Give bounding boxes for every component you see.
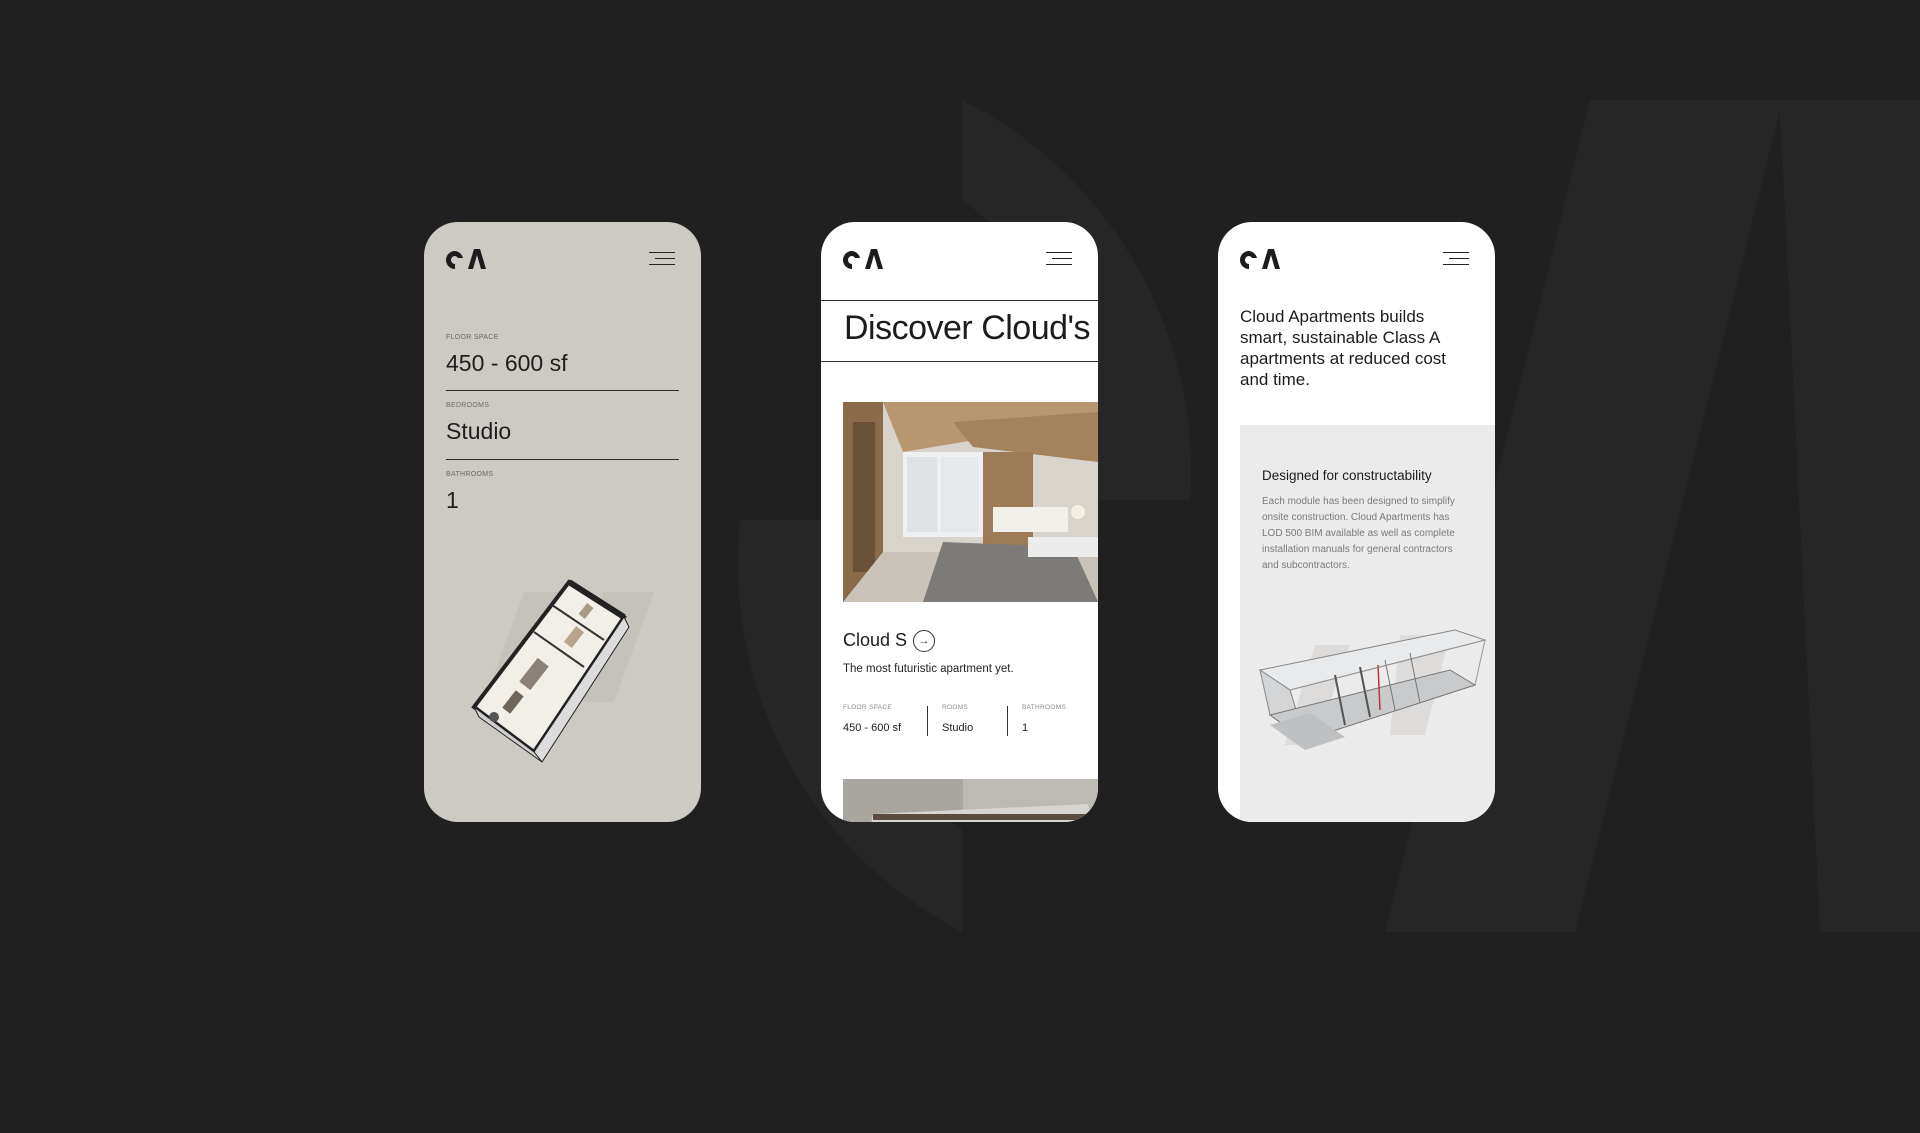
module-render-image xyxy=(1258,629,1487,750)
isometric-floor-plan-image xyxy=(471,579,654,763)
model-description: The most futuristic apartment yet. xyxy=(843,663,1014,675)
brand-logo-icon[interactable] xyxy=(1240,248,1284,270)
intro-text: Cloud Apartments builds smart, sustainab… xyxy=(1240,307,1447,389)
phone-about: Cloud Apartments builds smart, sustainab… xyxy=(1218,222,1495,822)
feature-title: Designed for constructability xyxy=(1262,468,1432,483)
brand-logo-icon[interactable] xyxy=(843,248,887,270)
apartment-interior-photo[interactable] xyxy=(843,779,1098,822)
title-band: Discover Cloud's xyxy=(821,300,1098,362)
bathrooms-value: 1 xyxy=(446,487,459,513)
model-name: Cloud S xyxy=(843,630,908,650)
divider xyxy=(446,390,679,391)
hamburger-menu-icon[interactable] xyxy=(1443,250,1469,268)
bedrooms-label: BEDROOMS xyxy=(446,402,490,409)
spec-value: Studio xyxy=(942,722,974,734)
divider xyxy=(446,459,679,460)
spec-value: 1 xyxy=(1022,722,1029,734)
spec-label: ROOMS xyxy=(942,704,969,711)
page-title: Discover Cloud's xyxy=(844,309,1091,347)
brand-logo-icon[interactable] xyxy=(446,248,490,270)
spec-value: 450 - 600 sf xyxy=(843,722,902,734)
bathrooms-label: BATHROOMS xyxy=(446,471,494,478)
divider xyxy=(1007,706,1008,736)
floor-space-value: 450 - 600 sf xyxy=(446,350,568,376)
phone-floor-specs: FLOOR SPACE 450 - 600 sf BEDROOMS Studio… xyxy=(424,222,701,822)
divider xyxy=(927,706,928,736)
feature-description: Each module has been designed to simplif… xyxy=(1262,496,1455,571)
feature-panel: Designed for constructability Each modul… xyxy=(1240,425,1495,822)
hamburger-menu-icon[interactable] xyxy=(1046,250,1072,268)
apartment-interior-photo[interactable] xyxy=(843,402,1098,602)
floor-space-label: FLOOR SPACE xyxy=(446,334,499,341)
phone-discover-models: Discover Cloud's Cloud S → The most futu… xyxy=(821,222,1098,822)
bedrooms-value: Studio xyxy=(446,418,512,444)
spec-label: FLOOR SPACE xyxy=(843,704,893,711)
spec-label: BATHROOMS xyxy=(1022,704,1067,711)
arrow-right-icon[interactable]: → xyxy=(913,630,935,652)
hamburger-menu-icon[interactable] xyxy=(649,250,675,268)
